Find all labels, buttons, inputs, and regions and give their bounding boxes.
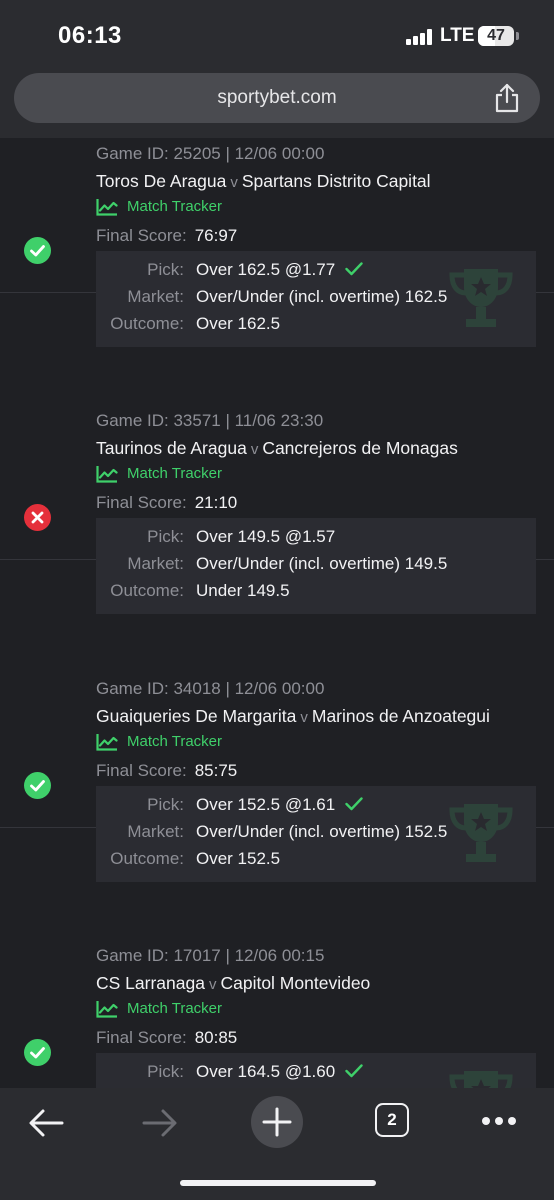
share-icon[interactable] (494, 83, 520, 113)
won-check-icon (24, 237, 51, 264)
bet-card[interactable]: Game ID: 25205 | 12/06 00:00 Toros De Ar… (0, 138, 554, 347)
bet-card[interactable]: Game ID: 33571 | 11/06 23:30 Taurinos de… (0, 293, 554, 614)
pick-label: Pick: (147, 527, 184, 546)
vs-separator: v (250, 441, 259, 458)
address-bar[interactable]: sportybet.com (14, 73, 540, 123)
battery-cap (516, 32, 519, 40)
match-tracker-link[interactable]: Match Tracker (96, 1000, 256, 1020)
chart-line-icon (96, 199, 118, 216)
pick-won-check-icon (345, 1063, 363, 1083)
bet-details: Pick: Over 164.5 @1.60 Market: Outcome: (96, 1053, 536, 1088)
game-id: Game ID: 34018 | 12/06 00:00 (96, 679, 325, 698)
match-tracker-label: Match Tracker (127, 465, 223, 482)
match-teams[interactable]: Toros De Aragua v Spartans Distrito Capita… (96, 171, 431, 192)
final-score-value: 76:97 (194, 226, 238, 245)
final-score-label: Final Score: (96, 493, 187, 512)
bet-history-list[interactable]: Game ID: 25205 | 12/06 00:00 Toros De Ar… (0, 138, 554, 1088)
pick-won-check-icon (345, 796, 363, 816)
status-time: 06:13 (58, 22, 122, 49)
final-score-value: 80:85 (194, 1028, 238, 1047)
match-tracker-link[interactable]: Match Tracker (96, 733, 256, 753)
vs-separator: v (300, 709, 308, 726)
match-tracker-link[interactable]: Match Tracker (96, 465, 256, 485)
status-bar: 06:13 LTE 47 (0, 0, 554, 72)
chart-line-icon (96, 1001, 118, 1018)
final-score: Final Score: 85:75 (96, 761, 237, 781)
home-team: CS Larranaga (96, 973, 205, 993)
more-options-icon[interactable] (481, 1116, 517, 1126)
vs-separator: v (208, 976, 217, 993)
chart-line-icon (96, 734, 118, 751)
won-check-icon (24, 772, 51, 799)
match-tracker-label: Match Tracker (127, 198, 223, 215)
away-team: Spartans Distrito Capital (241, 171, 431, 191)
back-arrow-icon[interactable] (28, 1108, 64, 1138)
cellular-signal-icon (406, 29, 434, 45)
tabs-button[interactable]: 2 (375, 1103, 409, 1137)
battery-level: 47 (487, 27, 505, 44)
final-score-value: 21:10 (194, 493, 238, 512)
pick-value: Over 164.5 @1.60 (196, 1062, 336, 1081)
chart-line-icon (96, 466, 118, 483)
final-score: Final Score: 80:85 (96, 1028, 237, 1048)
pick-label: Pick: (147, 260, 184, 279)
home-team: Taurinos de Aragua (96, 438, 247, 458)
network-type: LTE (440, 25, 475, 46)
match-teams[interactable]: CS Larranaga v Capitol Montevideo (96, 973, 370, 994)
away-team: Cancrejeros de Monagas (262, 438, 458, 458)
home-indicator (180, 1180, 376, 1186)
vs-separator: v (230, 174, 238, 191)
away-team: Marinos de Anzoategui (311, 706, 490, 726)
final-score-label: Final Score: (96, 1028, 187, 1047)
trophy-watermark-icon (446, 1067, 516, 1088)
pick-value: Over 152.5 @1.61 (196, 795, 336, 814)
battery-icon: 47 (478, 26, 514, 46)
home-team: Guaiqueries De Margarita (96, 706, 297, 726)
match-tracker-label: Match Tracker (127, 733, 223, 750)
tab-count: 2 (387, 1110, 397, 1129)
lost-x-icon (24, 504, 51, 531)
final-score: Final Score: 21:10 (96, 493, 237, 513)
pick-value: Over 149.5 @1.57 (196, 527, 336, 546)
forward-arrow-icon[interactable] (142, 1108, 178, 1138)
pick-label: Pick: (147, 1062, 184, 1081)
new-tab-plus-icon[interactable] (251, 1096, 303, 1148)
pick-label: Pick: (147, 795, 184, 814)
final-score-label: Final Score: (96, 761, 187, 780)
browser-address-area: sportybet.com (0, 72, 554, 138)
bet-card[interactable]: Game ID: 34018 | 12/06 00:00 Guaiqueries… (0, 561, 554, 882)
game-id: Game ID: 25205 | 12/06 00:00 (96, 144, 325, 163)
final-score-value: 85:75 (194, 761, 238, 780)
game-id: Game ID: 17017 | 12/06 00:15 (96, 946, 325, 965)
pick-value: Over 162.5 @1.77 (196, 260, 336, 279)
match-teams[interactable]: Taurinos de Aragua v Cancrejeros de Monaga… (96, 438, 458, 459)
home-team: Toros De Aragua (96, 171, 227, 191)
won-check-icon (24, 1039, 51, 1066)
pick-row: Pick: Over 149.5 @1.57 (96, 527, 536, 554)
away-team: Capitol Montevideo (220, 973, 371, 993)
browser-toolbar: 2 (0, 1088, 554, 1200)
match-tracker-link[interactable]: Match Tracker (96, 198, 256, 218)
match-tracker-label: Match Tracker (127, 1000, 223, 1017)
final-score: Final Score: 76:97 (96, 226, 237, 246)
url-text[interactable]: sportybet.com (14, 87, 540, 109)
final-score-label: Final Score: (96, 226, 187, 245)
match-teams[interactable]: Guaiqueries De Margarita v Marinos de Anzo… (96, 706, 490, 727)
pick-won-check-icon (345, 261, 363, 281)
bet-card[interactable]: Game ID: 17017 | 12/06 00:15 CS Larranag… (0, 828, 554, 1088)
game-id: Game ID: 33571 | 11/06 23:30 (96, 411, 324, 430)
